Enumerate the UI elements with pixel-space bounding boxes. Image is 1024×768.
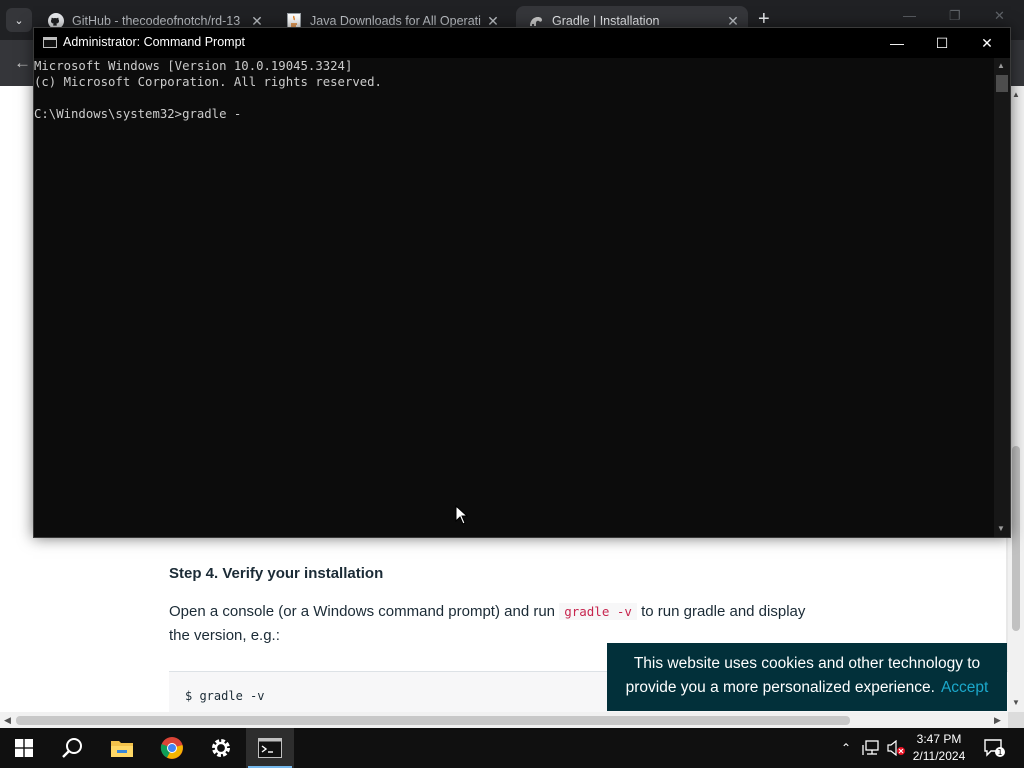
tab-title: GitHub - thecodeofnotch/rd-13 xyxy=(72,14,241,28)
show-hidden-icons-icon[interactable]: ⌃ xyxy=(836,728,856,768)
clock-date: 2/11/2024 xyxy=(912,749,966,763)
console-line: (c) Microsoft Corporation. All rights re… xyxy=(34,75,382,89)
code-line: $ gradle -v xyxy=(185,689,265,703)
page-horizontal-scrollbar[interactable]: ◀ ▶ xyxy=(0,712,1008,728)
scroll-right-icon[interactable]: ▶ xyxy=(994,715,1001,726)
windows-start-icon[interactable] xyxy=(0,728,48,768)
accept-cookies-button[interactable]: Accept xyxy=(941,679,988,696)
cmd-scrollbar[interactable]: ▲ ▼ xyxy=(994,58,1010,537)
minimize-icon[interactable]: — xyxy=(903,8,916,23)
new-tab-button[interactable]: + xyxy=(758,9,770,29)
settings-gear-icon[interactable] xyxy=(197,728,245,768)
scroll-down-icon[interactable]: ▼ xyxy=(1012,698,1020,707)
cmd-title-bar[interactable]: Administrator: Command Prompt — ☐ ✕ xyxy=(34,28,1010,58)
command-prompt-window[interactable]: Administrator: Command Prompt — ☐ ✕ Micr… xyxy=(33,27,1011,538)
back-arrow-icon[interactable]: ← xyxy=(14,53,31,73)
console-output[interactable]: Microsoft Windows [Version 10.0.19045.33… xyxy=(34,58,994,537)
console-prompt-line[interactable]: C:\Windows\system32>gradle - xyxy=(34,107,241,121)
console-line: Microsoft Windows [Version 10.0.19045.33… xyxy=(34,59,353,73)
inline-code: gradle -v xyxy=(559,603,637,620)
tab-title: Gradle | Installation xyxy=(552,14,660,28)
network-icon[interactable] xyxy=(860,728,884,768)
mouse-pointer-icon xyxy=(455,505,469,525)
paragraph-text: Open a console (or a Windows command pro… xyxy=(169,603,560,620)
scroll-left-icon[interactable]: ◀ xyxy=(4,715,11,726)
scroll-down-icon[interactable]: ▼ xyxy=(997,524,1005,533)
command-prompt-icon xyxy=(43,37,57,48)
chrome-icon[interactable] xyxy=(148,728,196,768)
restore-icon[interactable]: ❐ xyxy=(949,8,961,24)
notification-count: 1 xyxy=(997,748,1002,757)
command-prompt-icon[interactable] xyxy=(246,728,294,768)
scrollbar-thumb[interactable] xyxy=(1012,446,1020,631)
notifications-icon[interactable]: 1 xyxy=(980,728,1008,768)
close-icon[interactable]: ✕ xyxy=(964,28,1010,58)
system-clock[interactable]: 3:47 PM 2/11/2024 xyxy=(905,731,973,765)
taskbar: ⌃ 3:47 PM 2/11/2024 1 xyxy=(0,728,1024,768)
cookie-message: This website uses cookies and other tech… xyxy=(607,643,1007,700)
minimize-icon[interactable]: — xyxy=(874,28,920,58)
instruction-paragraph: Open a console (or a Windows command pro… xyxy=(169,600,809,648)
scroll-up-icon[interactable]: ▲ xyxy=(997,61,1005,70)
clock-time: 3:47 PM xyxy=(916,732,962,746)
scrollbar-corner xyxy=(1008,712,1024,728)
file-explorer-icon[interactable] xyxy=(98,728,146,768)
scrollbar-thumb[interactable] xyxy=(16,716,850,725)
tab-search-button[interactable]: ⌄ xyxy=(6,8,32,32)
maximize-icon[interactable]: ☐ xyxy=(919,28,965,58)
cookie-text: This website uses cookies and other tech… xyxy=(625,655,981,696)
cookie-banner: This website uses cookies and other tech… xyxy=(607,643,1007,711)
search-icon[interactable] xyxy=(48,728,96,768)
tab-title: Java Downloads for All Operati xyxy=(310,14,481,28)
step-heading: Step 4. Verify your installation xyxy=(169,565,384,582)
close-window-icon[interactable]: ✕ xyxy=(994,8,1005,24)
scrollbar-thumb[interactable] xyxy=(996,75,1008,92)
scroll-up-icon[interactable]: ▲ xyxy=(1012,90,1020,99)
cmd-window-title: Administrator: Command Prompt xyxy=(63,35,246,49)
